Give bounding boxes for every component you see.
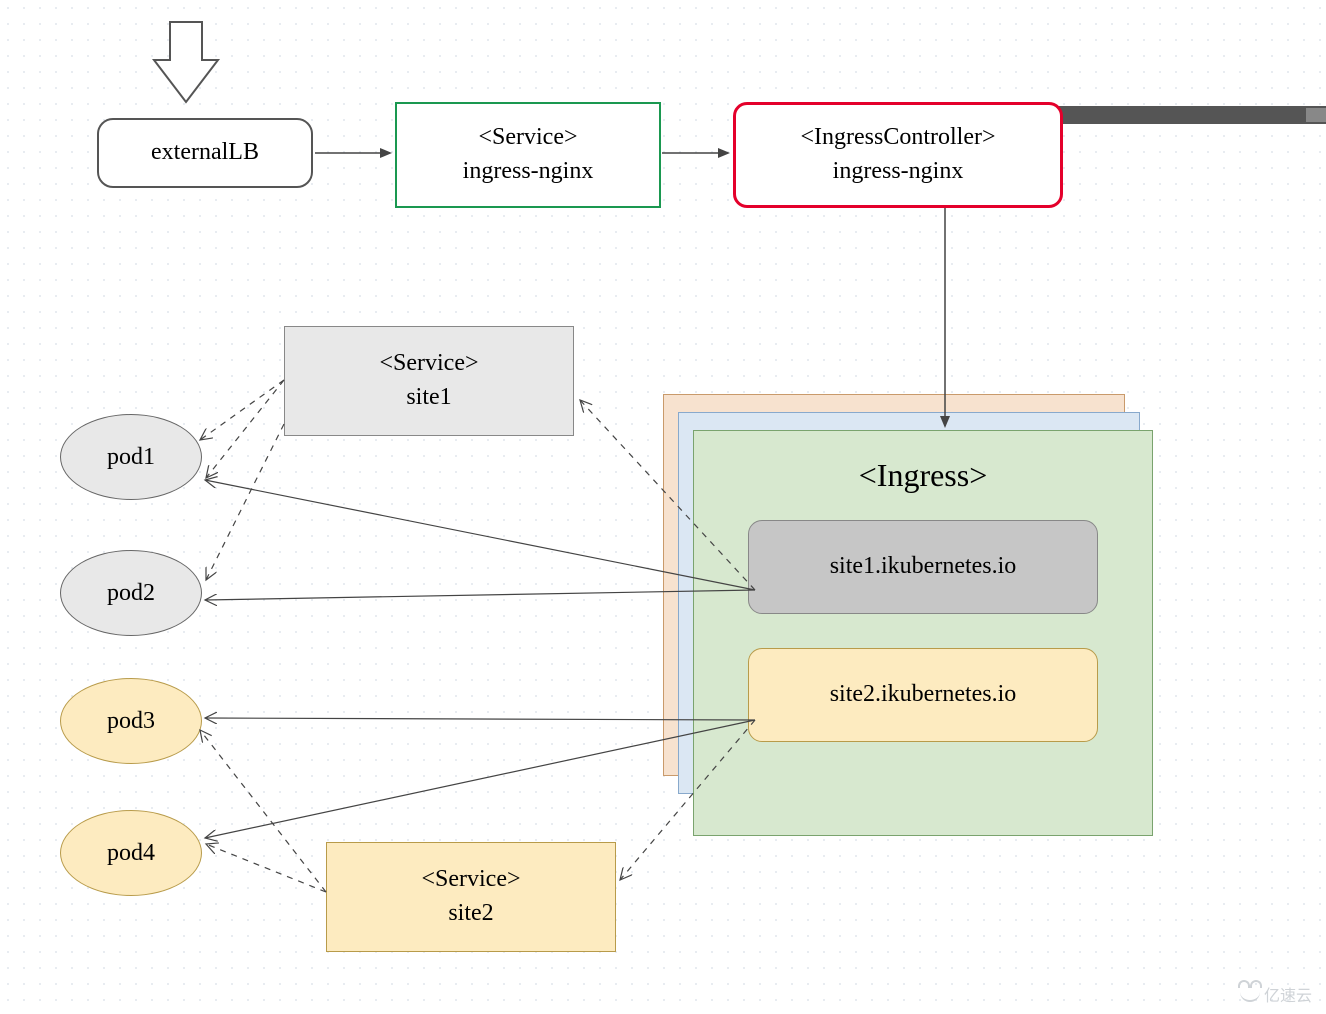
pod4-label: pod4 [107, 840, 155, 867]
ingress-rule-site1-label: site1.ikubernetes.io [830, 550, 1017, 584]
service-ingress-line2: ingress-nginx [463, 155, 594, 189]
decorative-bar [1023, 106, 1326, 124]
node-pod1: pod1 [60, 414, 202, 500]
node-external-lb: externalLB [97, 118, 313, 188]
ingress-rule-site1: site1.ikubernetes.io [748, 520, 1098, 614]
pod2-label: pod2 [107, 580, 155, 607]
decorative-bar-cap [1306, 108, 1326, 122]
ingress-title: <Ingress> [859, 453, 988, 498]
external-lb-label: externalLB [151, 136, 259, 170]
service-site1-line1: <Service> [379, 347, 478, 381]
diagram-canvas: externalLB <Service> ingress-nginx <Ingr… [0, 0, 1326, 1014]
service-ingress-line1: <Service> [478, 121, 577, 155]
service-site1-line2: site1 [406, 381, 451, 415]
ingress-controller-line1: <IngressController> [800, 121, 995, 155]
node-pod3: pod3 [60, 678, 202, 764]
pod3-label: pod3 [107, 708, 155, 735]
ingress-rule-site2: site2.ikubernetes.io [748, 648, 1098, 742]
service-site2-line2: site2 [448, 897, 493, 931]
pod1-label: pod1 [107, 444, 155, 471]
ingress-rule-site2-label: site2.ikubernetes.io [830, 678, 1017, 712]
ingress-controller-line2: ingress-nginx [833, 155, 964, 189]
watermark: 亿速云 [1240, 982, 1312, 1006]
ingress-group: <Ingress> site1.ikubernetes.io site2.iku… [693, 430, 1153, 836]
node-pod2: pod2 [60, 550, 202, 636]
node-service-ingress-nginx: <Service> ingress-nginx [395, 102, 661, 208]
node-service-site2: <Service> site2 [326, 842, 616, 952]
node-service-site1: <Service> site1 [284, 326, 574, 436]
watermark-text: 亿速云 [1264, 982, 1312, 1006]
node-ingress-controller: <IngressController> ingress-nginx [733, 102, 1063, 208]
node-pod4: pod4 [60, 810, 202, 896]
cloud-icon [1240, 986, 1260, 1002]
service-site2-line1: <Service> [421, 863, 520, 897]
